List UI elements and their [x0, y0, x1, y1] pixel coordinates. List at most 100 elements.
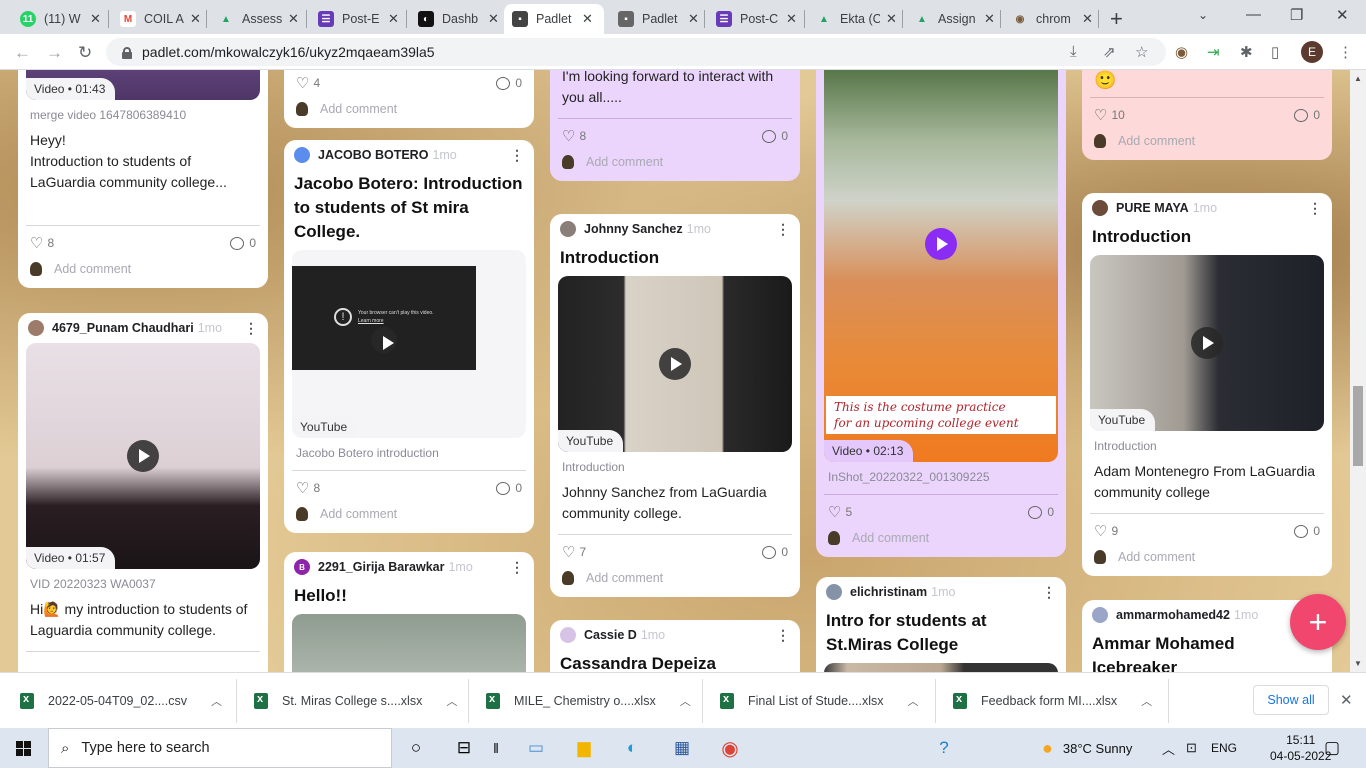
close-downloads-bar-icon[interactable]: ✕ [1340, 691, 1353, 709]
play-icon[interactable] [925, 228, 957, 260]
heart-icon[interactable]: ♡ [1094, 106, 1107, 124]
post-menu-icon[interactable]: ⋮ [1308, 200, 1322, 217]
meet-now-icon[interactable]: ⊡ [1186, 728, 1197, 768]
post-card[interactable]: PURE MAYA 1mo ⋮ Introduction YouTube Intro… [1082, 193, 1332, 576]
share-icon[interactable]: ⇗ [1103, 43, 1116, 61]
add-comment[interactable]: Add comment [284, 92, 534, 128]
download-item[interactable]: Feedback form MI....xlsx ︿ [953, 673, 1152, 729]
close-tab-icon[interactable]: ✕ [388, 11, 399, 27]
close-tab-icon[interactable]: ✕ [90, 11, 101, 27]
video-thumbnail[interactable]: Video • 01:43 [26, 70, 260, 100]
tab-drive-ekta[interactable]: ▲ Ekta (C ✕ [808, 4, 905, 34]
close-tab-icon[interactable]: ✕ [688, 11, 699, 27]
add-comment[interactable]: Add comment [284, 497, 534, 533]
youtube-thumbnail[interactable]: YouTube [558, 276, 792, 452]
comment-bubble-icon[interactable] [762, 545, 777, 559]
chrome-icon[interactable]: ◉ [718, 736, 742, 760]
post-menu-icon[interactable]: ⋮ [510, 147, 524, 164]
extensions-puzzle-icon[interactable]: ✱ [1240, 43, 1253, 61]
heart-icon[interactable]: ♡ [562, 543, 575, 561]
scroll-down-arrow-icon[interactable]: ▼ [1354, 659, 1362, 668]
close-tab-icon[interactable]: ✕ [288, 11, 299, 27]
tab-dashboard[interactable]: ◐ Dashb ✕ [410, 4, 507, 34]
this-pc-icon[interactable]: ▭ [524, 736, 548, 760]
youtube-embed[interactable]: ! Your browser can't play this video. Le… [292, 250, 526, 438]
add-comment[interactable]: Add comment [550, 561, 800, 597]
post-card[interactable]: ♡ 4 0 Add comment [284, 70, 534, 128]
post-card[interactable]: Video • 01:43 merge video 1647806389410 … [18, 70, 268, 288]
tab-forms-post-e[interactable]: ☰ Post-E ✕ [310, 4, 407, 34]
heart-icon[interactable]: ♡ [562, 127, 575, 145]
install-app-icon[interactable]: ⤓ [1070, 43, 1077, 60]
new-tab-button[interactable]: + [1110, 6, 1123, 32]
owl-extension-icon[interactable]: ◉ [1175, 43, 1188, 61]
show-hidden-icons-chevron[interactable]: ︿ [1162, 728, 1175, 768]
scroll-up-arrow-icon[interactable]: ▲ [1354, 74, 1362, 83]
add-comment[interactable]: Add comment [1082, 124, 1332, 160]
profile-avatar[interactable]: E [1301, 41, 1323, 63]
download-item[interactable]: Final List of Stude....xlsx ︿ [720, 673, 918, 729]
comment-bubble-icon[interactable] [1028, 505, 1043, 519]
url-bar[interactable]: padlet.com/mkowalczyk16/ukyz2mqaeam39la5 [106, 38, 1166, 66]
task-view-icon[interactable]: ⊟ [452, 736, 476, 760]
youtube-player[interactable]: ! Your browser can't play this video. Le… [292, 266, 476, 370]
system-clock[interactable]: 15:11 04-05-2022 [1270, 732, 1331, 764]
close-tab-icon[interactable]: ✕ [886, 11, 897, 27]
video-thumbnail[interactable] [292, 614, 526, 672]
tab-gmail[interactable]: M COIL A ✕ [112, 4, 209, 34]
post-card[interactable]: B 2291_Girija Barawkar 1mo ⋮ Hello!! [284, 552, 534, 672]
chevron-up-icon[interactable]: ︿ [680, 693, 691, 709]
post-menu-icon[interactable]: ⋮ [776, 221, 790, 238]
tab-chrome-extension[interactable]: ◉ chrom ✕ [1004, 4, 1101, 34]
download-item[interactable]: 2022-05-04T09_02....csv ︿ [20, 673, 222, 729]
minimize-button[interactable]: — [1246, 6, 1261, 23]
heart-icon[interactable]: ♡ [296, 479, 309, 497]
cortana-icon[interactable]: ○ [404, 736, 428, 760]
heart-icon[interactable]: ♡ [30, 234, 43, 252]
heart-icon[interactable]: ♡ [296, 74, 309, 92]
youtube-thumbnail[interactable]: YouTube [1090, 255, 1324, 431]
video-thumbnail[interactable]: Video • 01:57 [26, 343, 260, 569]
post-card[interactable]: Cassie D 1mo ⋮ Cassandra Depeiza [550, 620, 800, 672]
add-comment[interactable]: Add comment [1082, 540, 1332, 576]
play-icon[interactable] [659, 348, 691, 380]
post-card[interactable]: Johnny Sanchez 1mo ⋮ Introduction YouTube … [550, 214, 800, 597]
heart-icon[interactable]: ♡ [1094, 522, 1107, 540]
side-panel-icon[interactable]: ▯ [1271, 43, 1279, 61]
back-button[interactable]: ← [14, 43, 31, 63]
chevron-up-icon[interactable]: ︿ [907, 693, 918, 709]
post-menu-icon[interactable]: ⋮ [776, 627, 790, 644]
play-icon[interactable] [371, 327, 397, 353]
tab-padlet[interactable]: ▪ Padlet ✕ [610, 4, 707, 34]
comment-bubble-icon[interactable] [1294, 524, 1309, 538]
comment-bubble-icon[interactable] [1294, 108, 1309, 122]
bookmark-star-icon[interactable]: ☆ [1135, 43, 1148, 61]
video-thumbnail[interactable] [824, 663, 1058, 672]
show-all-downloads-button[interactable]: Show all [1253, 685, 1329, 715]
tab-drive-assign[interactable]: ▲ Assign ✕ [906, 4, 1003, 34]
add-comment[interactable]: Add comment [816, 521, 1066, 557]
help-icon[interactable]: ? [932, 736, 956, 760]
word-icon[interactable]: ▦ [670, 736, 694, 760]
restore-button[interactable]: ❐ [1290, 6, 1303, 24]
post-card[interactable]: 4679_Punam Chaudhari 1mo ⋮ Video • 01:57 V… [18, 313, 268, 672]
chevron-up-icon[interactable]: ︿ [446, 693, 457, 709]
chrome-menu-icon[interactable]: ⋮ [1338, 43, 1353, 61]
comment-bubble-icon[interactable] [762, 129, 777, 143]
video-thumbnail[interactable]: This is the costume practice for an upcom… [824, 70, 1058, 462]
scrollbar-thumb[interactable] [1353, 386, 1363, 466]
post-card[interactable]: 🙂 ♡ 10 0 Add comment [1082, 70, 1332, 160]
chevron-up-icon[interactable]: ︿ [1141, 693, 1152, 709]
heart-icon[interactable]: ♡ [828, 503, 841, 521]
post-card[interactable]: JACOBO BOTERO 1mo ⋮ Jacobo Botero: Introdu… [284, 140, 534, 533]
tab-padlet-active[interactable]: ▪ Padlet ✕ [504, 4, 604, 34]
learn-more-link[interactable]: Learn more [358, 318, 384, 324]
post-card[interactable]: This is the costume practice for an upcom… [816, 70, 1066, 557]
post-card[interactable]: - Kartiki More I'm looking forward to in… [550, 70, 800, 181]
file-explorer-icon[interactable]: ▆ [572, 736, 596, 760]
language-indicator[interactable]: ENG [1211, 728, 1237, 768]
close-tab-icon[interactable]: ✕ [984, 11, 995, 27]
add-post-button[interactable]: + [1290, 594, 1346, 650]
tab-forms-post-c[interactable]: ☰ Post-C ✕ [708, 4, 805, 34]
page-scrollbar[interactable]: ▲ ▼ [1350, 70, 1366, 672]
